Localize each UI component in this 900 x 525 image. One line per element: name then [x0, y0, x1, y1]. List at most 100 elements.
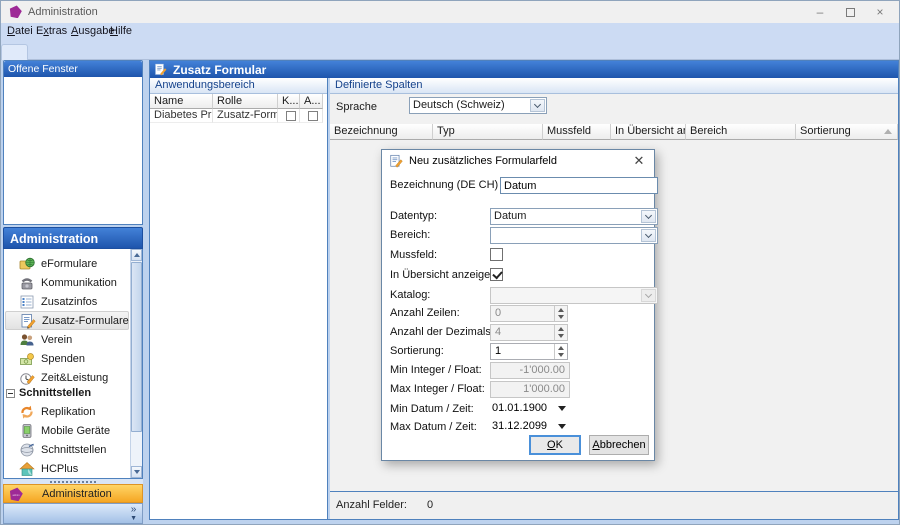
sidebar-item-zusatz-formulare[interactable]: Zusatz-Formulare [5, 311, 129, 330]
chevron-down-icon[interactable] [641, 229, 656, 242]
datentyp-dropdown[interactable]: Datum [490, 208, 658, 225]
column-header-bereich[interactable]: Bereich [686, 124, 796, 140]
column-header-rolle[interactable]: Rolle [213, 94, 278, 109]
sidebar-item-kommunikation[interactable]: Kommunikation [5, 273, 129, 292]
minimize-button[interactable]: – [805, 1, 835, 23]
interface-globe-icon [19, 442, 35, 458]
menu-bar: Datei Extras Ausgabe Hilfe [1, 23, 899, 60]
eformulare-icon [19, 256, 35, 272]
sortierung-stepper[interactable]: 1 [490, 343, 568, 360]
sidebar-item-replikation[interactable]: Replikation [5, 402, 129, 421]
mussfeld-checkbox[interactable] [490, 248, 503, 261]
sync-icon [19, 404, 35, 420]
administration-mode-button[interactable]: admin Administration [3, 484, 143, 503]
scroll-thumb[interactable] [131, 262, 142, 432]
cell-name: Diabetes Prot... [150, 109, 213, 123]
menu-hilfe[interactable]: Hilfe [108, 23, 134, 40]
katalog-label: Katalog: [390, 289, 430, 301]
row-checkbox-a[interactable] [308, 111, 318, 121]
chevron-down-icon[interactable] [530, 99, 545, 112]
sidebar-item-spenden[interactable]: Spenden [5, 349, 129, 368]
sidebar-item-label: Replikation [41, 406, 95, 418]
sidebar-item-label: Kommunikation [41, 277, 117, 289]
mobile-device-icon [19, 423, 35, 439]
column-header-a[interactable]: A... [300, 94, 323, 109]
mode-button-label: Administration [42, 488, 112, 500]
list-icon [19, 294, 35, 310]
sidebar-item-label: Zeit&Leistung [41, 372, 108, 384]
window-titlebar: Administration – × [1, 1, 899, 23]
ok-button[interactable]: OK [529, 435, 581, 455]
neues-formularfeld-dialog: Neu zusätzliches Formularfeld ✕ Bezeichn… [381, 149, 655, 461]
sidebar-item-mobile-geraete[interactable]: Mobile Geräte [5, 421, 129, 440]
uebersicht-checkbox[interactable] [490, 268, 503, 281]
column-header-bezeichnung[interactable]: Bezeichnung [330, 124, 433, 140]
main-panel-title: Zusatz Formular [173, 63, 266, 77]
anzahl-zeilen-stepper: 0 [490, 305, 568, 322]
row-checkbox-k[interactable] [286, 111, 296, 121]
form-pencil-icon [389, 154, 403, 168]
sidebar-item-hcplus[interactable]: HCPlus [5, 459, 129, 478]
min-integer-field: -1'000.00 [490, 362, 570, 379]
sidebar-item-eformulare[interactable]: eFormulare [5, 254, 129, 273]
katalog-dropdown [490, 287, 658, 304]
offene-fenster-panel: Offene Fenster [3, 60, 143, 225]
min-datum-label: Min Datum / Zeit: [390, 403, 474, 415]
form-pencil-icon [20, 313, 36, 329]
administration-header: Administration [3, 227, 143, 249]
dezimalstellen-stepper: 4 [490, 324, 568, 341]
sidebar-item-label: Mobile Geräte [41, 425, 110, 437]
sidebar-item-label: Zusatzinfos [41, 296, 97, 308]
column-header-name[interactable]: Name [150, 94, 213, 109]
min-integer-label: Min Integer / Float: [390, 364, 482, 376]
column-header-uebersicht[interactable]: In Übersicht anz... [611, 124, 686, 140]
spinner-arrows-icon [554, 325, 567, 340]
max-datum-picker[interactable]: 31.12.2099 [490, 419, 568, 434]
abbrechen-button[interactable]: Abbrechen [589, 435, 649, 455]
anzahl-zeilen-label: Anzahl Zeilen: [390, 307, 460, 319]
dropdown-triangle-icon[interactable] [558, 406, 566, 411]
bereich-dropdown[interactable] [490, 227, 658, 244]
sidebar-item-label: Zusatz-Formulare [42, 315, 129, 327]
menu-extras[interactable]: Extras [34, 23, 69, 40]
column-header-typ[interactable]: Typ [433, 124, 543, 140]
anzahl-felder-value: 0 [427, 492, 433, 519]
sidebar-item-zusatzinfos[interactable]: Zusatzinfos [5, 292, 129, 311]
outlook-bar-footer: »▼ [3, 503, 143, 524]
definierte-spalten-column-headers: Bezeichnung Typ Mussfeld In Übersicht an… [330, 124, 898, 140]
close-button[interactable]: × [865, 1, 895, 23]
scroll-down-icon[interactable] [131, 466, 142, 478]
sidebar-item-label: eFormulare [41, 258, 97, 270]
spinner-arrows-icon[interactable] [554, 344, 567, 359]
definierte-spalten-header: Definierte Spalten [330, 78, 898, 94]
max-integer-field: 1'000.00 [490, 381, 570, 398]
sidebar-item-verein[interactable]: Verein [5, 330, 129, 349]
status-bar: Anzahl Felder: 0 [330, 491, 898, 519]
maximize-button[interactable] [835, 1, 865, 23]
nav-group-schnittstellen[interactable]: Schnittstellen [6, 385, 126, 401]
collapse-icon[interactable] [6, 389, 15, 398]
svg-text:admin: admin [12, 492, 20, 496]
bezeichnung-input[interactable] [500, 177, 658, 194]
sidebar-item-schnittstellen[interactable]: Schnittstellen [5, 440, 129, 459]
sprache-dropdown[interactable]: Deutsch (Schweiz) [409, 97, 547, 114]
scroll-up-icon[interactable] [131, 249, 142, 261]
table-row[interactable]: Diabetes Prot... Zusatz-Formul... [150, 109, 327, 123]
house-icon [19, 461, 35, 477]
nav-scrollbar[interactable] [130, 249, 142, 478]
column-header-sortierung[interactable]: Sortierung [796, 124, 898, 140]
app-logo-pentagon-icon [9, 5, 22, 18]
toolbar-stub[interactable] [1, 44, 28, 60]
min-datum-picker[interactable]: 01.01.1900 [490, 401, 568, 416]
chevron-down-icon [641, 289, 656, 302]
column-header-k[interactable]: K... [278, 94, 300, 109]
menu-datei[interactable]: Datei [5, 23, 35, 40]
dialog-title: Neu zusätzliches Formularfeld [409, 150, 557, 172]
dropdown-triangle-icon[interactable] [558, 424, 566, 429]
dialog-close-button[interactable]: ✕ [624, 150, 654, 172]
offene-fenster-list[interactable] [4, 77, 142, 224]
anzahl-felder-label: Anzahl Felder: [336, 492, 407, 519]
chevron-down-icon[interactable] [641, 210, 656, 223]
column-header-mussfeld[interactable]: Mussfeld [543, 124, 611, 140]
configure-buttons-chevron[interactable]: »▼ [130, 506, 137, 523]
